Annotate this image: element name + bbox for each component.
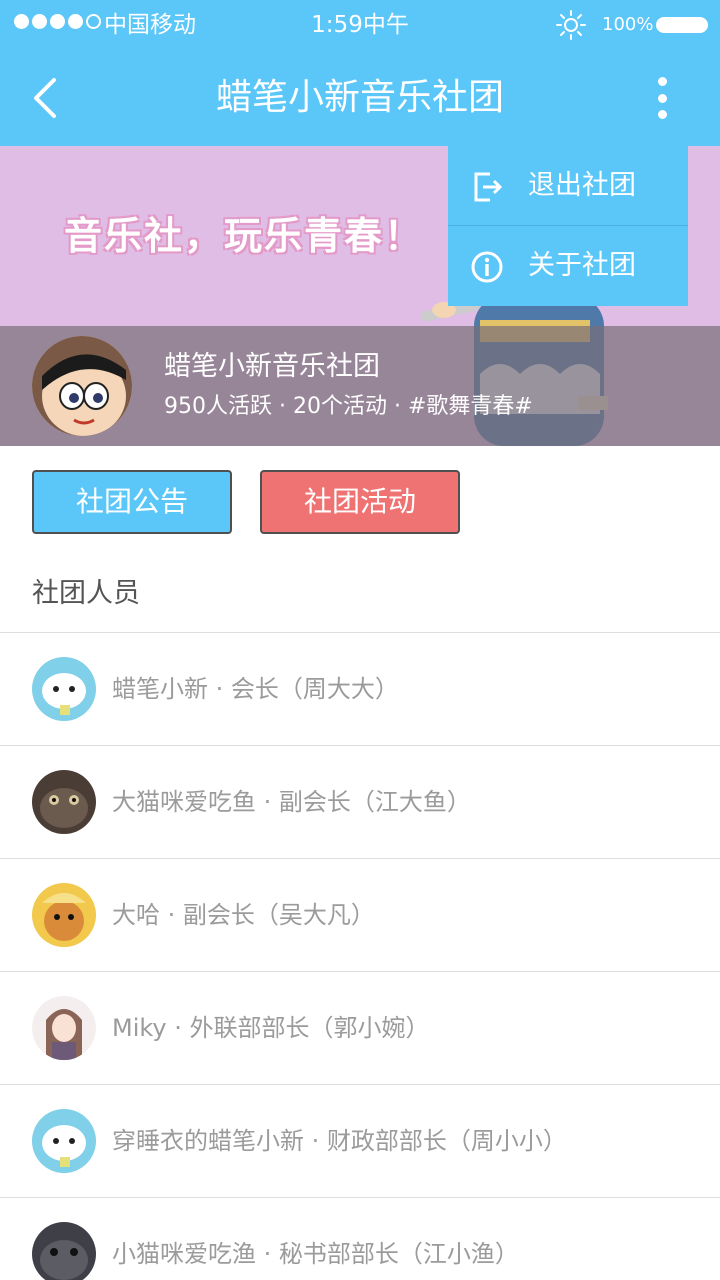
members-section-title: 社团人员 xyxy=(32,578,140,609)
brightness-icon xyxy=(556,10,586,40)
battery-icon xyxy=(656,17,708,33)
status-bar: 中国移动 1:59中午 100% xyxy=(0,0,720,50)
member-row[interactable]: 穿睡衣的蜡笔小新 · 财政部部长（周小小） xyxy=(0,1085,720,1198)
banner-slogan: 音乐社，玩乐青春！ xyxy=(64,214,425,258)
club-stats: 950人活跃 · 20个活动 · #歌舞青春# xyxy=(164,394,533,419)
info-icon xyxy=(471,251,503,283)
member-avatar xyxy=(32,883,96,947)
club-name: 蜡笔小新音乐社团 xyxy=(164,351,380,382)
more-options-icon[interactable] xyxy=(648,74,676,122)
member-row[interactable]: 大猫咪爱吃鱼 · 副会长（江大鱼） xyxy=(0,746,720,859)
options-dropdown-menu: 退出社团 关于社团 xyxy=(448,146,688,306)
battery-percent: 100% xyxy=(602,14,654,35)
member-name: 穿睡衣的蜡笔小新 · 财政部部长（周小小） xyxy=(112,1127,567,1155)
club-avatar xyxy=(32,336,132,436)
club-activity-button[interactable]: 社团活动 xyxy=(260,470,460,534)
member-avatar xyxy=(32,1109,96,1173)
member-list: 蜡笔小新 · 会长（周大大） 大猫咪爱吃鱼 · 副会长（江大鱼） 大哈 · 副会… xyxy=(0,632,720,1280)
club-notice-button[interactable]: 社团公告 xyxy=(32,470,232,534)
member-row[interactable]: 小猫咪爱吃渔 · 秘书部部长（江小渔） xyxy=(0,1198,720,1280)
menu-item-about-club[interactable]: 关于社团 xyxy=(448,226,688,306)
member-avatar xyxy=(32,770,96,834)
member-name: 大猫咪爱吃鱼 · 副会长（江大鱼） xyxy=(112,788,471,816)
member-row[interactable]: 蜡笔小新 · 会长（周大大） xyxy=(0,633,720,746)
nav-bar: 蜡笔小新音乐社团 xyxy=(0,50,720,146)
member-row[interactable]: 大哈 · 副会长（吴大凡） xyxy=(0,859,720,972)
member-name: 蜡笔小新 · 会长（周大大） xyxy=(112,675,399,703)
member-name: 大哈 · 副会长（吴大凡） xyxy=(112,901,375,929)
member-avatar xyxy=(32,996,96,1060)
member-avatar xyxy=(32,1222,96,1280)
menu-item-label: 退出社团 xyxy=(528,170,636,201)
menu-item-leave-club[interactable]: 退出社团 xyxy=(448,146,688,226)
exit-icon xyxy=(474,172,503,202)
club-info-strip: 蜡笔小新音乐社团 950人活跃 · 20个活动 · #歌舞青春# xyxy=(0,326,720,446)
menu-item-label: 关于社团 xyxy=(528,250,636,281)
member-name: Miky · 外联部部长（郭小婉） xyxy=(112,1014,430,1042)
page-title: 蜡笔小新音乐社团 xyxy=(215,77,504,118)
member-name: 小猫咪爱吃渔 · 秘书部部长（江小渔） xyxy=(112,1240,519,1268)
member-avatar xyxy=(32,657,96,721)
member-row[interactable]: Miky · 外联部部长（郭小婉） xyxy=(0,972,720,1085)
